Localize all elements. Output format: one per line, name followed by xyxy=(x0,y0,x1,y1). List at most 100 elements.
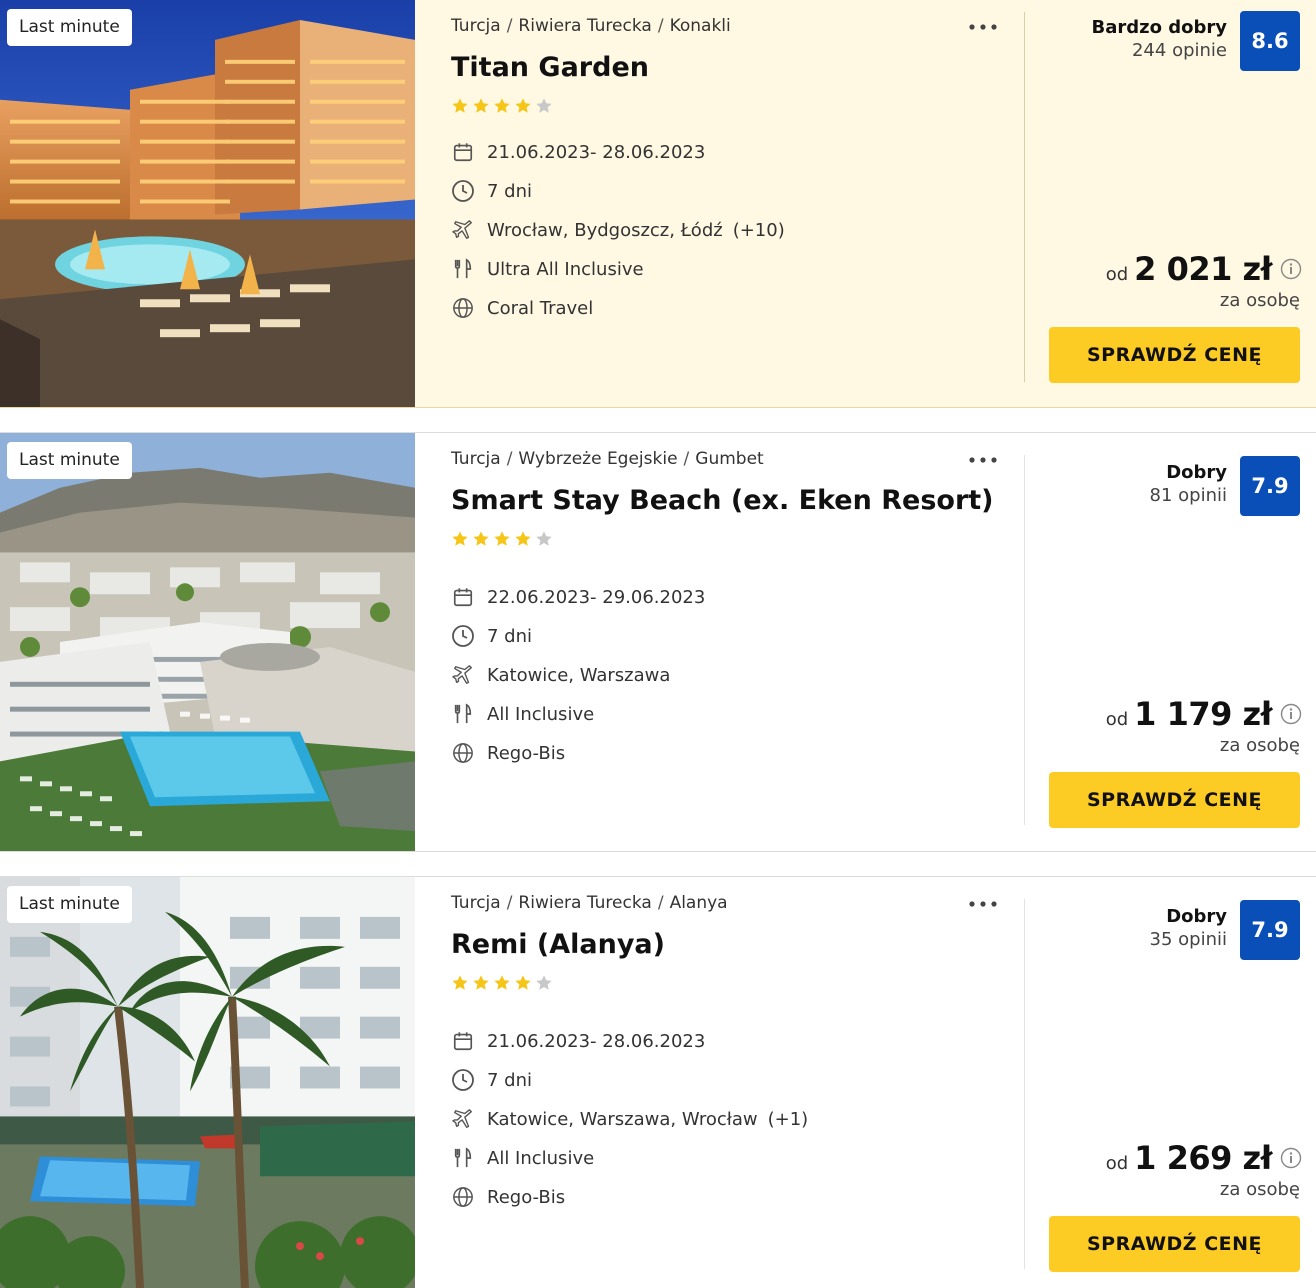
plane-icon xyxy=(451,1107,475,1131)
rating-word: Dobry xyxy=(1166,906,1227,927)
operator-row: Coral Travel xyxy=(451,295,593,321)
operator-text: Rego-Bis xyxy=(487,742,566,764)
info-icon[interactable] xyxy=(1280,1147,1302,1169)
last-minute-badge: Last minute xyxy=(7,442,132,479)
rating-word: Dobry xyxy=(1166,462,1227,483)
dates-text: 21.06.2023- 28.06.2023 xyxy=(487,141,706,163)
review-count[interactable]: 81 opinii xyxy=(1150,485,1227,506)
star-icon xyxy=(536,975,552,990)
breadcrumb-region[interactable]: Riwiera Turecka xyxy=(518,893,651,913)
hotel-photo[interactable]: Last minute xyxy=(0,0,415,407)
breadcrumb-region[interactable]: Wybrzeże Egejskie xyxy=(518,449,677,469)
last-minute-badge: Last minute xyxy=(7,886,132,923)
more-dots-icon[interactable] xyxy=(967,450,999,470)
offer-card[interactable]: Last minute Turcja / Wybrzeże Egejskie / Gum… xyxy=(0,432,1316,852)
calendar-icon xyxy=(451,140,475,164)
globe-icon xyxy=(451,296,475,320)
more-dots-icon[interactable] xyxy=(967,894,999,914)
breadcrumb-country[interactable]: Turcja xyxy=(451,16,501,36)
departure-extra[interactable]: (+1) xyxy=(768,1109,809,1130)
duration-row: 7 dni xyxy=(451,623,532,649)
rating-block[interactable]: Dobry 35 opinii 7.9 xyxy=(1150,900,1300,960)
star-icon xyxy=(473,531,489,546)
cutlery-icon xyxy=(451,257,475,281)
score-badge: 8.6 xyxy=(1240,11,1300,71)
dates-row: 21.06.2023- 28.06.2023 xyxy=(451,1028,705,1054)
hotel-photo[interactable]: Last minute xyxy=(0,877,415,1288)
review-count[interactable]: 244 opinie xyxy=(1092,40,1227,61)
price-block: od 2 021 zł za osobę xyxy=(1106,250,1302,311)
rating-word: Bardzo dobry xyxy=(1091,17,1227,38)
divider xyxy=(1024,12,1025,382)
heart-icon[interactable] xyxy=(354,884,394,922)
review-count[interactable]: 35 opinii xyxy=(1150,929,1227,950)
hotel-name[interactable]: Smart Stay Beach (ex. Eken Resort) xyxy=(451,485,994,516)
globe-icon xyxy=(451,741,475,765)
breadcrumb-country[interactable]: Turcja xyxy=(451,449,501,469)
breadcrumb-city[interactable]: Konakli xyxy=(670,16,731,36)
departure-row: Katowice, Warszawa xyxy=(451,662,670,688)
board-row: Ultra All Inclusive xyxy=(451,256,644,282)
departure-row: Wrocław, Bydgoszcz, Łódź (+10) xyxy=(451,217,785,243)
star-rating xyxy=(451,974,553,994)
calendar-icon xyxy=(451,1029,475,1053)
hotel-photo-image xyxy=(0,877,415,1288)
hotel-name[interactable]: Remi (Alanya) xyxy=(451,929,665,960)
breadcrumb-city[interactable]: Gumbet xyxy=(695,449,763,469)
clock-icon xyxy=(451,179,475,203)
operator-row: Rego-Bis xyxy=(451,740,565,766)
hotel-photo[interactable]: Last minute xyxy=(0,433,415,851)
duration-text: 7 dni xyxy=(487,180,533,202)
board-text: Ultra All Inclusive xyxy=(487,258,644,280)
breadcrumb-country[interactable]: Turcja xyxy=(451,893,501,913)
operator-row: Rego-Bis xyxy=(451,1184,565,1210)
star-rating xyxy=(451,97,553,117)
check-price-button[interactable]: SPRAWDŹ CENĘ xyxy=(1049,772,1300,828)
price-note: za osobę xyxy=(1219,735,1300,756)
hotel-name[interactable]: Titan Garden xyxy=(451,52,649,83)
price-prefix: od xyxy=(1105,264,1129,285)
star-icon xyxy=(452,98,468,113)
breadcrumb: Turcja / Riwiera Turecka / Konakli xyxy=(451,16,731,36)
rating-block[interactable]: Dobry 81 opinii 7.9 xyxy=(1150,456,1300,516)
info-icon[interactable] xyxy=(1280,258,1302,280)
star-icon xyxy=(473,975,489,990)
info-icon[interactable] xyxy=(1280,703,1302,725)
breadcrumb: Turcja / Riwiera Turecka / Alanya xyxy=(451,893,728,913)
price-block: od 1 269 zł za osobę xyxy=(1106,1139,1302,1200)
hotel-photo-image xyxy=(0,0,415,407)
breadcrumb: Turcja / Wybrzeże Egejskie / Gumbet xyxy=(451,449,764,469)
departure-text: Wrocław, Bydgoszcz, Łódź xyxy=(487,219,723,241)
breadcrumb-region[interactable]: Riwiera Turecka xyxy=(518,16,651,36)
duration-text: 7 dni xyxy=(487,1069,533,1091)
duration-row: 7 dni xyxy=(451,1067,532,1093)
departure-text: Katowice, Warszawa, Wrocław xyxy=(487,1108,758,1130)
more-dots-icon[interactable] xyxy=(967,17,999,37)
operator-text: Rego-Bis xyxy=(487,1186,566,1208)
offer-info: Turcja / Riwiera Turecka / Alanya Remi (Alan… xyxy=(451,877,1011,1288)
breadcrumb-city[interactable]: Alanya xyxy=(670,893,728,913)
board-row: All Inclusive xyxy=(451,701,594,727)
heart-icon[interactable] xyxy=(354,440,394,478)
duration-row: 7 dni xyxy=(451,178,532,204)
rating-block[interactable]: Bardzo dobry 244 opinie 8.6 xyxy=(1092,11,1300,71)
divider xyxy=(1024,899,1025,1269)
dates-text: 22.06.2023- 29.06.2023 xyxy=(487,586,706,608)
star-icon xyxy=(473,98,489,113)
offer-info: Turcja / Riwiera Turecka / Konakli Titan Gar… xyxy=(451,0,1011,407)
last-minute-badge: Last minute xyxy=(7,9,132,46)
check-price-button[interactable]: SPRAWDŹ CENĘ xyxy=(1049,1216,1300,1272)
price-note: za osobę xyxy=(1219,1179,1300,1200)
departure-extra[interactable]: (+10) xyxy=(733,220,785,241)
clock-icon xyxy=(451,624,475,648)
offer-card[interactable]: Last minute Turcja / Riwiera Turecka / Konak… xyxy=(0,0,1316,408)
board-text: All Inclusive xyxy=(487,703,595,725)
dates-text: 21.06.2023- 28.06.2023 xyxy=(487,1030,706,1052)
clock-icon xyxy=(451,1068,475,1092)
departure-text: Katowice, Warszawa xyxy=(487,664,671,686)
star-rating xyxy=(451,530,553,550)
heart-icon[interactable] xyxy=(354,7,394,45)
check-price-button[interactable]: SPRAWDŹ CENĘ xyxy=(1049,327,1300,383)
plane-icon xyxy=(451,218,475,242)
offer-card[interactable]: Last minute Turcja / Riwiera Turecka / Alany… xyxy=(0,876,1316,1288)
